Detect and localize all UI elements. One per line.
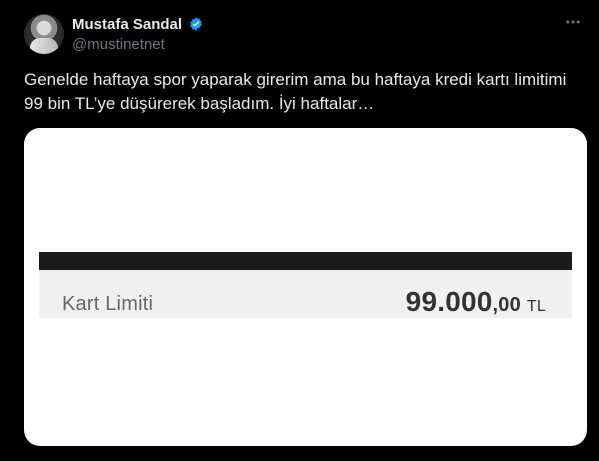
tweet-header: Mustafa Sandal @mustinetnet — [72, 14, 532, 54]
tweet-media[interactable]: Kart Limiti 99.000,00 TL — [24, 128, 587, 446]
tweet-text: Genelde haftaya spor yaparak girerim ama… — [24, 70, 567, 113]
avatar-shirt — [30, 38, 58, 54]
card-limit-label: Kart Limiti — [62, 293, 154, 315]
amount-currency: TL — [526, 298, 546, 315]
amount-main: 99.000 — [405, 286, 493, 317]
avatar[interactable] — [24, 14, 64, 54]
media-dark-bar — [39, 252, 572, 270]
more-options-button[interactable] — [561, 14, 585, 34]
verified-badge-icon — [188, 16, 204, 32]
author-name-row: Mustafa Sandal — [72, 14, 532, 34]
amount-decimals: ,00 — [492, 294, 521, 316]
author-handle[interactable]: @mustinetnet — [72, 36, 532, 53]
card-limit-amount: 99.000,00 TL — [406, 286, 546, 318]
more-icon — [564, 13, 582, 36]
author-name[interactable]: Mustafa Sandal — [72, 16, 182, 33]
